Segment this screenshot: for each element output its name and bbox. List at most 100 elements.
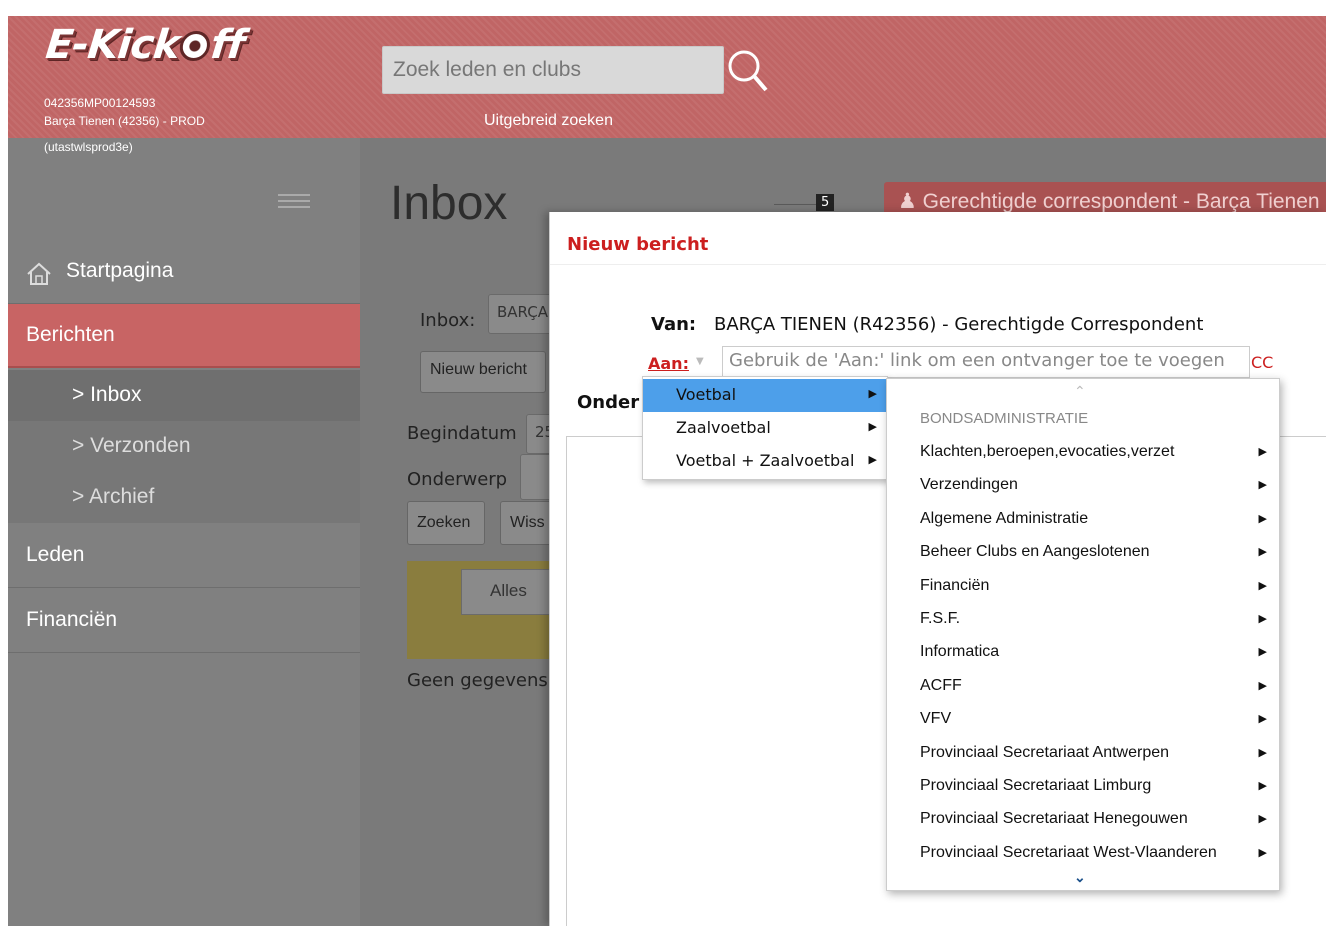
correspondent-label: Gerechtigde correspondent - Barça Tienen: [922, 190, 1320, 213]
sidebar-item-label: > Inbox: [72, 383, 142, 406]
e-kickoff-logo[interactable]: E-Kick ff: [44, 22, 247, 68]
submenu-item[interactable]: Provinciaal Secretariaat Antwerpen ▶: [887, 737, 1279, 770]
recipient-input[interactable]: Gebruik de 'Aan:' link om een ontvanger …: [722, 346, 1250, 378]
menu-item-label: Voetbal: [676, 385, 737, 404]
scroll-down-icon[interactable]: ⌄: [1074, 869, 1086, 886]
submenu-item[interactable]: Klachten,beroepen,evocaties,verzet ▶: [887, 436, 1279, 469]
caret-right-icon: ▶: [868, 387, 877, 400]
submenu-item[interactable]: Provinciaal Secretariaat West-Vlaanderen…: [887, 837, 1279, 870]
from-label: Van:: [651, 314, 697, 335]
submenu-item-label: Provinciaal Secretariaat West-Vlaanderen: [920, 843, 1217, 861]
new-message-button[interactable]: Nieuw bericht: [420, 351, 546, 393]
caret-right-icon: ▶: [1258, 479, 1267, 492]
onderwerp-label: Onderwerp: [407, 469, 508, 490]
caret-right-icon: ▶: [1258, 613, 1267, 625]
home-icon: [27, 262, 51, 285]
hamburger-menu-icon[interactable]: [278, 194, 310, 212]
caret-right-icon: ▶: [1258, 780, 1267, 792]
submenu-item[interactable]: VFV ▶: [887, 703, 1279, 736]
logo-text-end: ff: [208, 22, 247, 68]
caret-right-icon: ▶: [868, 420, 877, 433]
caret-right-icon: ▶: [1258, 646, 1267, 659]
caret-down-icon[interactable]: ▼: [696, 356, 704, 367]
sidebar-item-label: > Verzonden: [72, 434, 191, 457]
session-id: 042356MP00124593: [44, 96, 156, 110]
search-icon[interactable]: [724, 46, 768, 96]
submenu-item[interactable]: Provinciaal Secretariaat Henegouwen ▶: [887, 803, 1279, 836]
server-info: (utastwlsprod3e): [44, 140, 133, 154]
sidebar-item-financien[interactable]: Financiën: [8, 589, 360, 653]
caret-right-icon: ▶: [868, 453, 877, 466]
submenu-item[interactable]: F.S.F. ▶: [887, 603, 1279, 636]
caret-right-icon: ▶: [1258, 679, 1267, 692]
club-info: Barça Tienen (42356) - PROD: [44, 114, 205, 128]
caret-right-icon: ▶: [1258, 813, 1267, 826]
submenu-item[interactable]: Financiën ▶: [887, 570, 1279, 603]
advanced-search-link[interactable]: Uitgebreid zoeken: [484, 112, 613, 130]
unread-count-badge: 5: [816, 194, 835, 211]
sidebar-item-label: > Archief: [72, 485, 155, 508]
submenu-item-label: Provinciaal Secretariaat Antwerpen: [920, 743, 1170, 761]
sidebar-subitem-inbox[interactable]: > Inbox: [8, 370, 360, 421]
submenu-item-label: VFV: [920, 710, 952, 728]
from-value: BARÇA TIENEN (R42356) - Gerechtigde Corr…: [714, 314, 1204, 335]
sidebar-item-label: Leden: [26, 543, 85, 566]
sidebar-item-label: Startpagina: [66, 259, 174, 282]
dialog-title: Nieuw bericht: [567, 234, 709, 255]
menu-item-zaalvoetbal[interactable]: Zaalvoetbal ▶: [643, 412, 887, 445]
menu-item-label: Zaalvoetbal: [676, 418, 771, 437]
sidebar-item-berichten[interactable]: Berichten: [8, 304, 360, 368]
submenu-header: BONDSADMINISTRATIE: [920, 410, 1089, 427]
submenu-item-label: Klachten,beroepen,evocaties,verzet: [920, 443, 1175, 460]
recipient-category-menu: Voetbal ▶ Zaalvoetbal ▶ Voetbal + Zaalvo…: [642, 376, 888, 480]
menu-item-voetbal[interactable]: Voetbal ▶: [643, 379, 887, 412]
football-icon: [178, 31, 212, 61]
caret-right-icon: ▶: [1258, 512, 1267, 525]
subject-label: Onder: [577, 392, 640, 413]
scroll-up-icon[interactable]: ⌃: [1074, 383, 1086, 400]
sidebar-item-label: Berichten: [26, 323, 115, 346]
caret-right-icon: ▶: [1258, 579, 1267, 592]
inbox-filter-label: Inbox:: [420, 310, 476, 331]
search-button[interactable]: Zoeken: [407, 501, 485, 545]
submenu-item-label: Beheer Clubs en Aangeslotenen: [920, 543, 1150, 561]
submenu-item[interactable]: Beheer Clubs en Aangeslotenen ▶: [887, 536, 1279, 569]
submenu-item-label: F.S.F.: [920, 610, 961, 627]
submenu-item-label: ACFF: [920, 676, 962, 694]
divider: [550, 264, 1326, 265]
logo-text: E-Kick: [43, 22, 182, 68]
sidebar-item-leden[interactable]: Leden: [8, 524, 360, 588]
sidebar-subitem-verzonden[interactable]: > Verzonden: [8, 421, 360, 472]
empty-state-text: Geen gegevens: [407, 670, 548, 691]
sidebar-subitem-archief[interactable]: > Archief: [8, 472, 360, 523]
cc-link[interactable]: CC: [1251, 353, 1273, 372]
submenu-item-label: Verzendingen: [920, 476, 1018, 494]
sidebar-item-label: Financiën: [26, 608, 118, 631]
to-link[interactable]: Aan:: [648, 354, 689, 373]
submenu-item-label: Informatica: [920, 643, 1000, 661]
menu-item-label: Voetbal + Zaalvoetbal: [676, 451, 855, 470]
caret-right-icon: ▶: [1258, 846, 1267, 859]
sidebar-item-startpagina[interactable]: Startpagina: [8, 240, 360, 304]
submenu-item[interactable]: Verzendingen ▶: [887, 469, 1279, 502]
submenu-item-label: Financiën: [920, 576, 990, 594]
page-title: Inbox: [390, 177, 508, 230]
submenu-item-label: Provinciaal Secretariaat Henegouwen: [920, 810, 1188, 828]
member-club-search-input[interactable]: Zoek leden en clubs: [382, 46, 724, 94]
submenu-item-label: Provinciaal Secretariaat Limburg: [920, 777, 1152, 794]
menu-item-voetbal-zaalvoetbal[interactable]: Voetbal + Zaalvoetbal ▶: [643, 445, 887, 478]
app-header: E-Kick ff 042356MP00124593 Barça Tienen (…: [8, 16, 1326, 138]
recipient-submenu: ⌃ BONDSADMINISTRATIE Klachten,beroepen,e…: [886, 378, 1280, 891]
submenu-item-label: Algemene Administratie: [920, 509, 1089, 527]
caret-right-icon: ▶: [1258, 546, 1267, 559]
caret-right-icon: ▶: [1258, 713, 1267, 726]
begindatum-label: Begindatum: [407, 423, 517, 444]
submenu-item[interactable]: Algemene Administratie ▶: [887, 503, 1279, 536]
caret-right-icon: ▶: [1258, 746, 1267, 759]
submenu-item[interactable]: ACFF ▶: [887, 670, 1279, 703]
sidebar: (utastwlsprod3e) Startpagina Berichten >…: [8, 138, 360, 926]
submenu-item[interactable]: Informatica ▶: [887, 636, 1279, 669]
caret-right-icon: ▶: [1258, 446, 1267, 458]
user-icon: ♟: [898, 190, 923, 213]
submenu-item[interactable]: Provinciaal Secretariaat Limburg ▶: [887, 770, 1279, 803]
